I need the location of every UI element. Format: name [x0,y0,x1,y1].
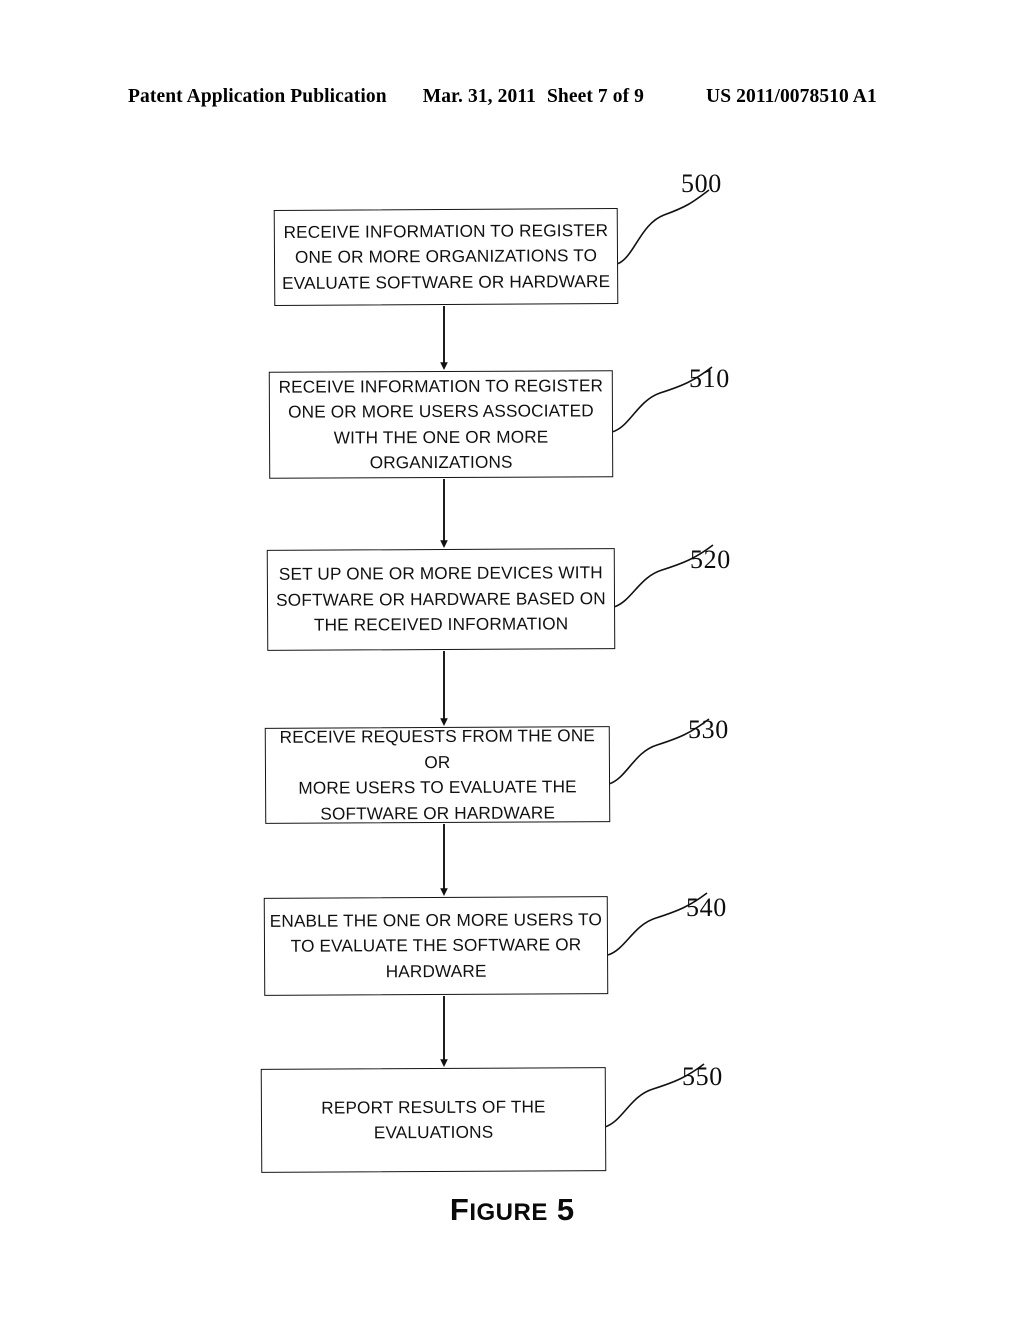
process-box-550[interactable]: REPORT RESULTS OF THE EVALUATIONS [260,1067,607,1173]
process-box-520[interactable]: SET UP ONE OR MORE DEVICES WITH SOFTWARE… [266,548,616,651]
flowchart-diagram: RECEIVE INFORMATION TO REGISTER ONE OR M… [0,0,1024,1320]
process-box-530[interactable]: RECEIVE REQUESTS FROM THE ONE OR MORE US… [264,725,611,824]
process-box-530-label: RECEIVE REQUESTS FROM THE ONE OR MORE US… [279,725,596,824]
reference-numeral-510: 510 [689,364,730,393]
process-box-510[interactable]: RECEIVE INFORMATION TO REGISTER ONE OR M… [268,370,614,479]
process-box-520-label: SET UP ONE OR MORE DEVICES WITH SOFTWARE… [276,562,606,635]
process-box-540[interactable]: ENABLE THE ONE OR MORE USERS TO TO EVALU… [263,896,609,996]
process-box-510-label: RECEIVE INFORMATION TO REGISTER ONE OR M… [278,374,604,473]
process-box-540-label: ENABLE THE ONE OR MORE USERS TO TO EVALU… [269,908,603,982]
reference-numeral-520: 520 [690,545,731,574]
reference-numeral-500: 500 [681,169,722,198]
figure-caption-lead: F [449,1192,470,1227]
leader-line-500 [616,189,710,265]
figure-caption-rest: IGURE [469,1199,548,1226]
reference-numeral-540: 540 [686,893,727,922]
process-box-550-label: REPORT RESULTS OF THE EVALUATIONS [321,1095,546,1143]
figure-caption-number: 5 [556,1192,575,1227]
figure-caption: FIGURE 5 [0,1192,1024,1228]
process-box-500[interactable]: RECEIVE INFORMATION TO REGISTER ONE OR M… [273,207,619,307]
reference-numeral-550: 550 [682,1062,723,1091]
reference-numeral-530: 530 [688,715,729,744]
process-box-500-label: RECEIVE INFORMATION TO REGISTER ONE OR M… [282,219,611,293]
